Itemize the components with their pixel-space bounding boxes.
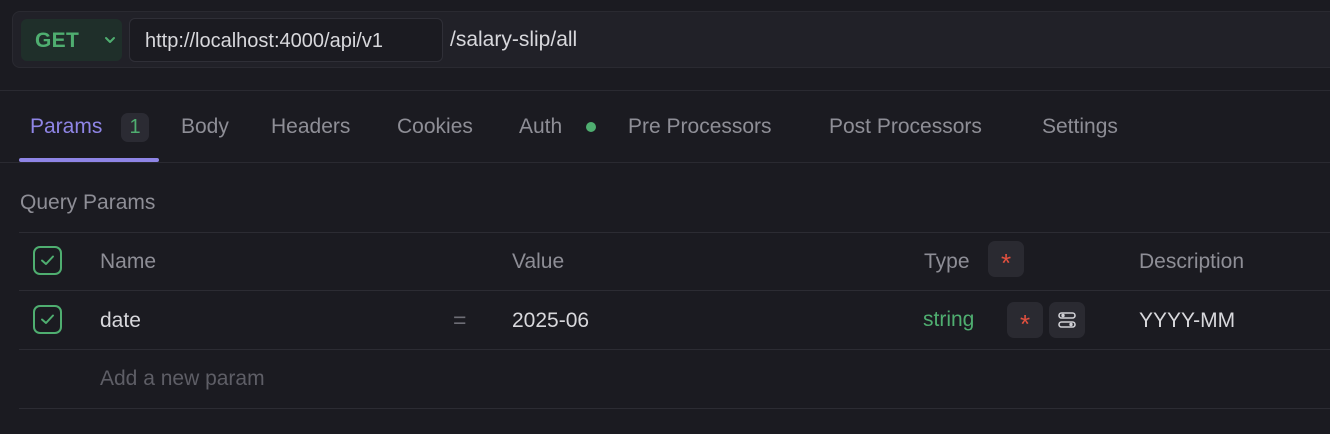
- checkmark-icon: [41, 314, 54, 324]
- tab-post-processors[interactable]: Post Processors: [829, 115, 982, 139]
- column-header-description: Description: [1139, 250, 1245, 273]
- checkmark-icon: [41, 255, 54, 265]
- param-value-input[interactable]: 2025-06: [512, 309, 589, 333]
- param-name-input[interactable]: date: [100, 309, 141, 333]
- tab-params[interactable]: Params: [30, 115, 102, 139]
- add-param-input[interactable]: Add a new param: [100, 367, 265, 391]
- params-count-badge: 1: [121, 113, 149, 142]
- method-select[interactable]: GET: [21, 19, 122, 61]
- header-row-border: [19, 290, 1330, 291]
- base-url-field[interactable]: http://localhost:4000/api/v1: [129, 18, 443, 62]
- param-settings-button[interactable]: [1049, 302, 1085, 338]
- column-header-type: Type: [924, 250, 970, 273]
- param-enabled-checkbox[interactable]: [33, 305, 62, 334]
- tab-cookies[interactable]: Cookies: [397, 115, 473, 139]
- tab-pre-processors[interactable]: Pre Processors: [628, 115, 772, 139]
- url-bar: GET http://localhost:4000/api/v1 /salary…: [12, 11, 1330, 68]
- tab-headers[interactable]: Headers: [271, 115, 350, 139]
- method-label: GET: [35, 29, 80, 52]
- add-row-border: [19, 408, 1330, 409]
- required-toggle[interactable]: *: [1007, 302, 1043, 339]
- column-header-name: Name: [100, 250, 157, 273]
- table-top-border: [19, 232, 1330, 233]
- base-url-text: http://localhost:4000/api/v1: [145, 30, 383, 52]
- param-row-border: [19, 349, 1330, 350]
- query-params-title: Query Params: [20, 191, 156, 214]
- settings-sliders-icon: [1058, 312, 1076, 328]
- auth-status-dot: [586, 122, 596, 132]
- header-divider: [0, 90, 1330, 91]
- tab-auth[interactable]: Auth: [519, 115, 562, 139]
- param-equals-sign: =: [453, 307, 467, 333]
- required-column-marker: *: [988, 241, 1024, 278]
- param-description-input[interactable]: YYYY-MM: [1139, 309, 1235, 333]
- tab-body[interactable]: Body: [181, 115, 229, 139]
- chevron-down-icon: [105, 37, 115, 43]
- path-input[interactable]: /salary-slip/all: [450, 28, 577, 52]
- column-header-value: Value: [512, 250, 565, 273]
- tab-settings[interactable]: Settings: [1042, 115, 1118, 139]
- select-all-checkbox[interactable]: [33, 246, 62, 275]
- tabs-divider: [0, 162, 1330, 163]
- param-type-select[interactable]: string: [923, 308, 974, 332]
